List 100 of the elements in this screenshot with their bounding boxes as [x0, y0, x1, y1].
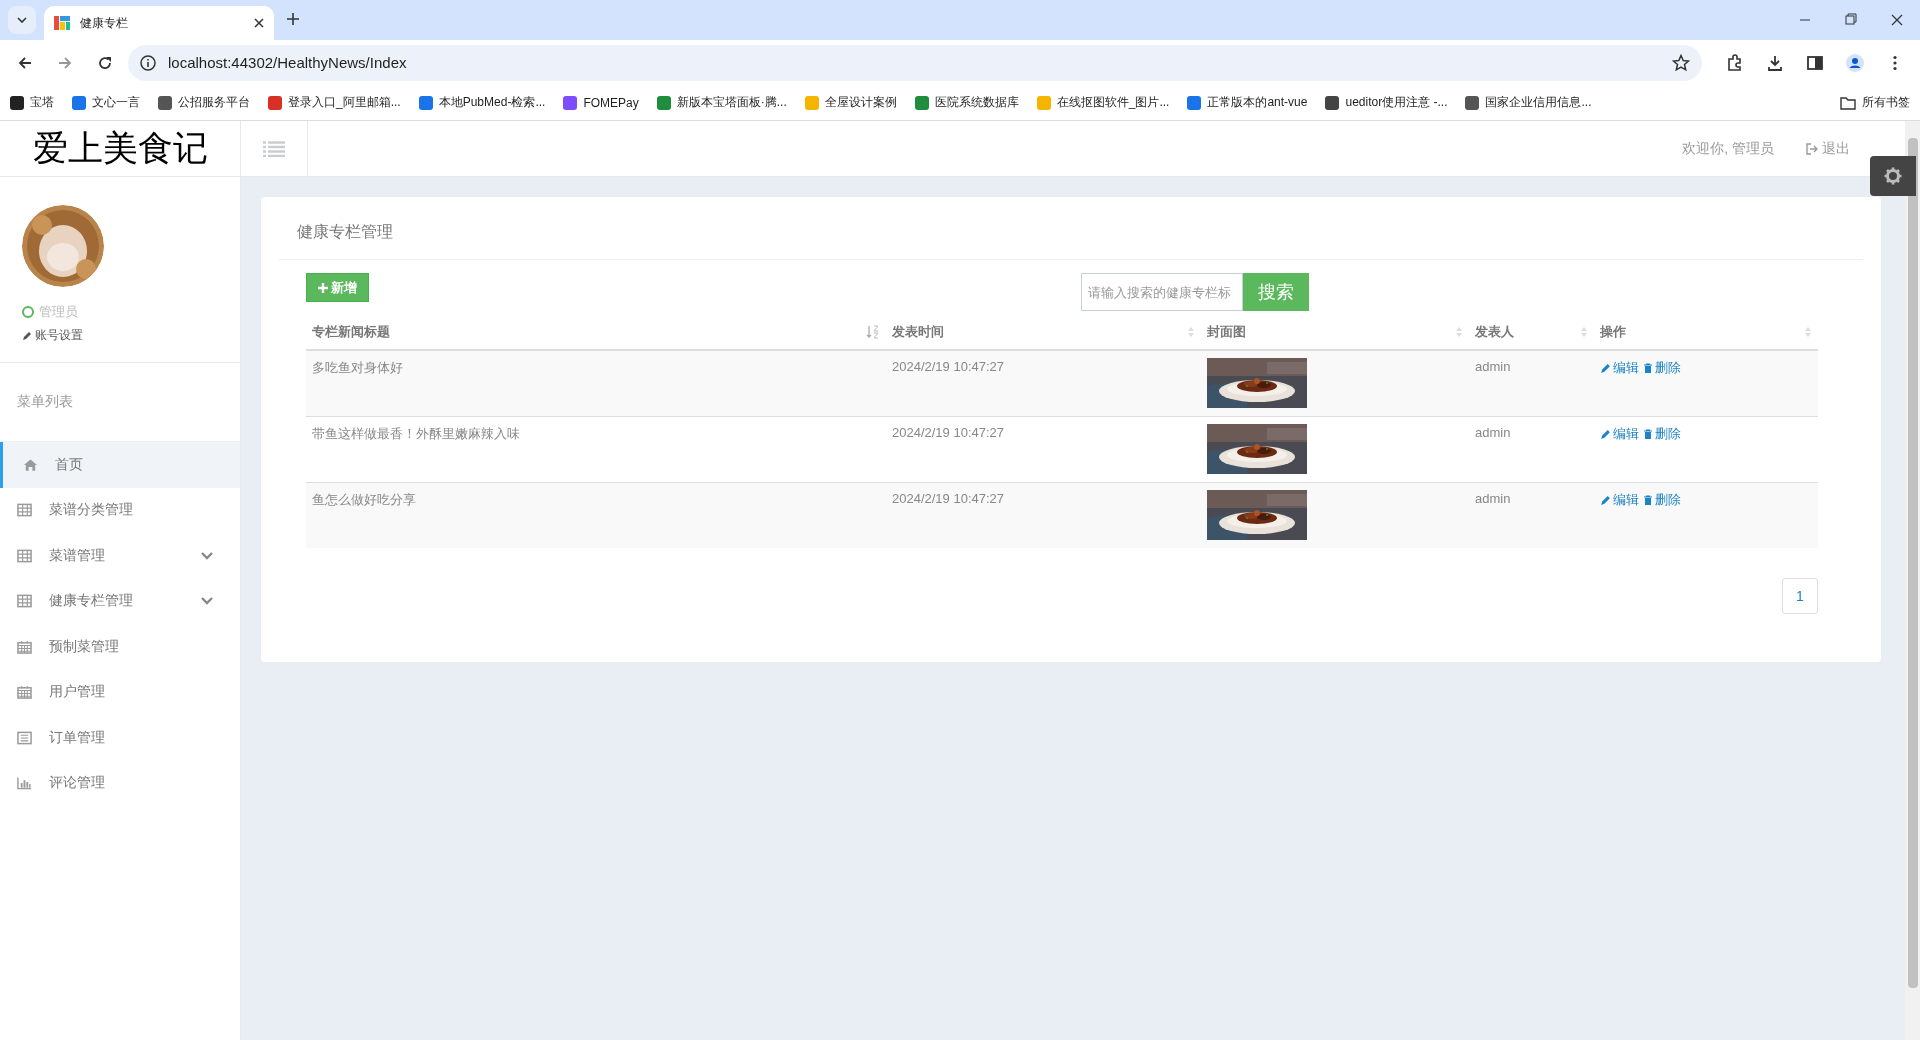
author-name: admin [1475, 425, 1511, 440]
sidebar-item[interactable]: 预制菜管理 [0, 624, 240, 670]
close-icon[interactable] [254, 18, 264, 28]
bookmark-icon [158, 95, 172, 110]
settings-button[interactable] [1870, 156, 1916, 196]
star-icon[interactable] [1672, 53, 1690, 72]
pencil-icon [1600, 428, 1611, 440]
publish-time: 2024/2/19 10:47:27 [892, 491, 1005, 506]
trash-icon [1643, 428, 1653, 440]
bookmark-icon [1187, 95, 1202, 110]
scrollbar[interactable] [1905, 121, 1920, 1040]
bookmark[interactable]: 国家企业信用信息... [1465, 94, 1592, 111]
edit-link[interactable]: 编辑 [1600, 359, 1639, 377]
column-header[interactable]: 发表人 [1475, 323, 1580, 341]
table-icon [17, 594, 32, 609]
logout-link[interactable]: 退出 [1806, 139, 1850, 158]
delete-link[interactable]: 删除 [1643, 359, 1681, 377]
role-label: 管理员 [39, 303, 78, 321]
publish-time: 2024/2/19 10:47:27 [892, 425, 1005, 440]
column-header[interactable]: 操作 [1600, 323, 1804, 341]
author-name: admin [1475, 359, 1511, 374]
news-title: 多吃鱼对身体好 [312, 360, 403, 375]
bookmark[interactable]: 登录入口_阿里邮箱... [268, 94, 401, 111]
panel-title: 健康专栏管理 [279, 197, 1863, 260]
sign-out-icon [1806, 142, 1818, 155]
sidebar-item[interactable]: 菜谱管理 [0, 533, 240, 579]
search-field[interactable]: 请输入搜索的健康专栏标 [1081, 273, 1243, 311]
news-title: 带鱼这样做最香！外酥里嫩麻辣入味 [312, 426, 520, 441]
download-icon[interactable] [1766, 53, 1784, 72]
logo-text: 爱上美食记 [0, 121, 240, 177]
delete-link[interactable]: 删除 [1643, 425, 1681, 443]
table-icon [17, 548, 32, 563]
column-header[interactable]: 专栏新闻标题 [312, 323, 866, 341]
search-button[interactable]: 搜索 [1243, 273, 1309, 311]
page-button[interactable]: 1 [1782, 578, 1818, 614]
bookmark-icon [914, 95, 929, 110]
author-name: admin [1475, 491, 1511, 506]
bookmark-icon [804, 95, 819, 110]
folder-icon [1840, 95, 1856, 110]
publish-time: 2024/2/19 10:47:27 [892, 359, 1005, 374]
bookmark[interactable]: 正常版本的ant-vue [1187, 94, 1308, 111]
bookmark[interactable]: 公招服务平台 [158, 94, 250, 111]
bookmark-icon [656, 95, 671, 110]
bookmark[interactable]: 在线抠图软件_图片... [1036, 94, 1170, 111]
caret-down-icon [17, 17, 27, 23]
bookmark-icon [10, 95, 24, 110]
settings-icon [1884, 167, 1902, 185]
bookmark-icon [1036, 95, 1051, 110]
account-settings-link[interactable]: 账号设置 [22, 327, 83, 344]
bookmark[interactable]: 本地PubMed-检索... [418, 94, 546, 111]
home-icon [23, 457, 38, 472]
tab-list-button[interactable] [8, 6, 36, 34]
bookmark-icon [1325, 95, 1340, 110]
bookmark[interactable]: FOMEPay [563, 95, 639, 110]
puzzle-icon[interactable] [1726, 53, 1744, 72]
profile-icon[interactable] [1846, 53, 1864, 72]
add-button[interactable]: 新增 [306, 273, 369, 302]
column-header[interactable]: 封面图 [1207, 323, 1455, 341]
bookmark[interactable]: 医院系统数据库 [914, 94, 1019, 111]
pencil-icon [1600, 494, 1611, 506]
side-panel-icon[interactable] [1806, 53, 1824, 72]
address-bar[interactable]: localhost:44302/HealthyNews/Index [128, 44, 1702, 81]
menu-icon [263, 140, 285, 157]
trash-icon [1643, 494, 1653, 506]
bookmark[interactable]: 文心一言 [72, 94, 140, 111]
sidebar-item[interactable]: 评论管理 [0, 760, 240, 806]
favicon-icon [54, 15, 70, 31]
sidebar-item[interactable]: 首页 [0, 442, 240, 488]
sidebar-item[interactable]: 健康专栏管理 [0, 578, 240, 624]
calendar-icon [17, 639, 32, 654]
bar-chart-icon [17, 776, 32, 791]
status-icon [22, 306, 34, 318]
news-title: 鱼怎么做好吃分享 [312, 492, 416, 507]
browser-tab[interactable]: 健康专栏 [44, 6, 274, 40]
table-icon [17, 503, 32, 518]
bookmark-icon [418, 95, 433, 110]
bookmark[interactable]: 新版本宝塔面板·腾... [656, 94, 787, 111]
bookmark-icon [563, 95, 578, 110]
all-bookmarks[interactable]: 所有书签 [1840, 94, 1910, 111]
column-header[interactable]: 发表时间 [892, 323, 1187, 341]
bookmark-icon [268, 95, 282, 110]
bookmark[interactable]: 宝塔 [10, 94, 54, 111]
delete-link[interactable]: 删除 [1643, 491, 1681, 509]
plus-icon [318, 282, 328, 293]
bookmark-icon [72, 95, 86, 110]
calendar-icon [17, 685, 32, 700]
bookmark-icon [1465, 95, 1480, 110]
list-icon [17, 730, 32, 745]
welcome-text: 欢迎你, 管理员 [1682, 139, 1774, 158]
edit-link[interactable]: 编辑 [1600, 491, 1639, 509]
pencil-icon [22, 330, 32, 341]
edit-link[interactable]: 编辑 [1600, 425, 1639, 443]
info-icon [140, 54, 156, 71]
bookmark[interactable]: 全屋设计案例 [804, 94, 897, 111]
sidebar-item[interactable]: 用户管理 [0, 669, 240, 715]
bookmark[interactable]: ueditor使用注意 -... [1325, 94, 1448, 111]
trash-icon [1643, 362, 1653, 374]
sidebar-item[interactable]: 订单管理 [0, 715, 240, 761]
pencil-icon [1600, 362, 1611, 374]
sidebar-item[interactable]: 菜谱分类管理 [0, 487, 240, 533]
